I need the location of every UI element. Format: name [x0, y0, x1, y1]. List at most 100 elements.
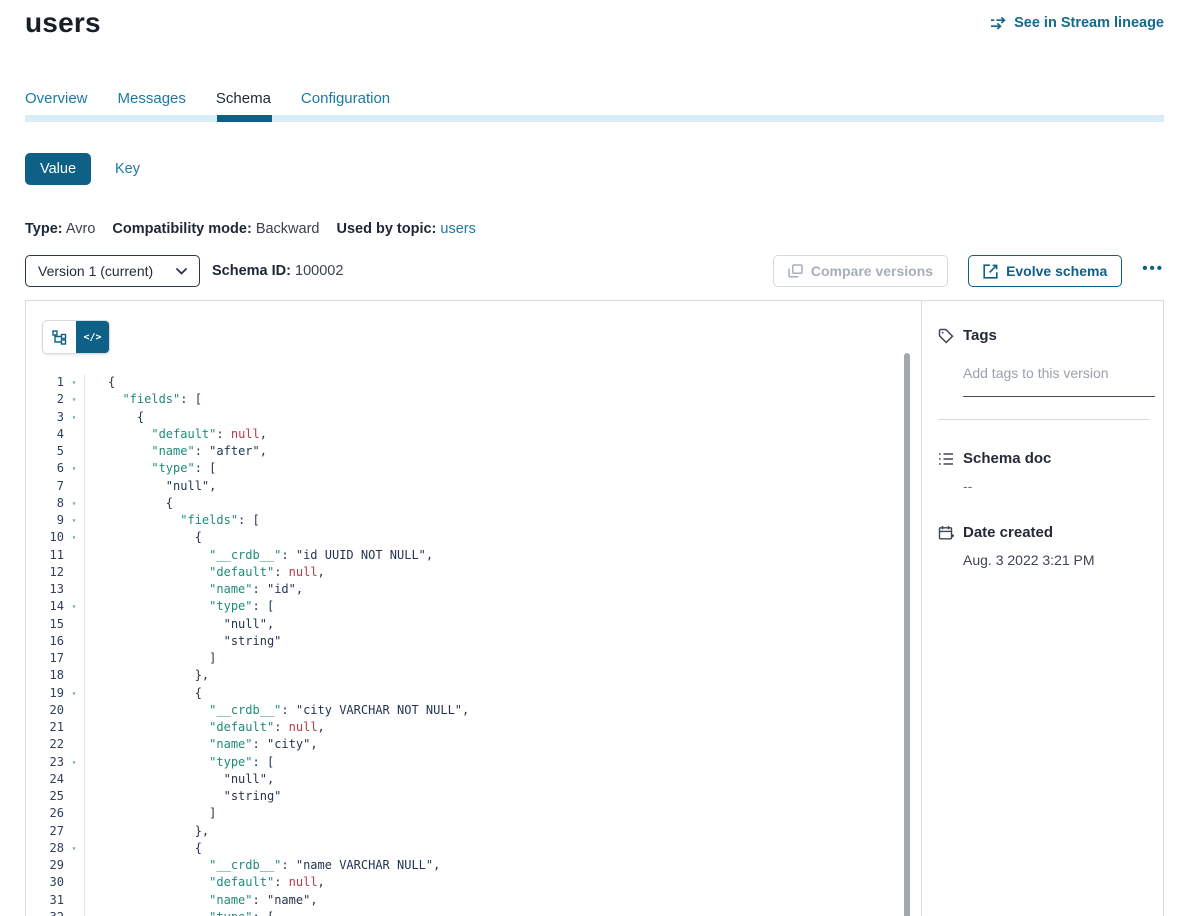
fold-toggle-icon[interactable]: ▾ [64, 460, 84, 477]
fold-spacer [64, 564, 84, 581]
code-line: 14▾ "type": [ [26, 598, 886, 615]
schema-type-value: Avro [66, 221, 96, 237]
fold-spacer [64, 616, 84, 633]
fold-spacer [64, 788, 84, 805]
line-number: 12 [26, 564, 64, 581]
code-line: 7 "null", [26, 478, 886, 495]
code-line: 23▾ "type": [ [26, 754, 886, 771]
tab-underline-track [25, 115, 1164, 122]
code-lines: 1▾{2▾ "fields": [3▾ {4 "default": null,5… [26, 374, 886, 916]
code-line-text: "name": "name", [84, 892, 318, 909]
line-number: 13 [26, 581, 64, 598]
line-number: 17 [26, 650, 64, 667]
fold-toggle-icon[interactable]: ▾ [64, 495, 84, 512]
code-line-text: ] [84, 650, 216, 667]
fold-toggle-icon[interactable]: ▾ [64, 391, 84, 408]
code-line: 31 "name": "name", [26, 892, 886, 909]
key-toggle-link[interactable]: Key [115, 161, 140, 177]
code-line-text: { [84, 495, 173, 512]
schema-id: Schema ID: 100002 [212, 263, 343, 279]
fold-toggle-icon[interactable]: ▾ [64, 909, 84, 916]
editor-scrollbar[interactable] [904, 353, 910, 916]
line-number: 26 [26, 805, 64, 822]
code-line-text: "name": "after", [84, 443, 267, 460]
fold-toggle-icon[interactable]: ▾ [64, 529, 84, 546]
code-line-text: "name": "city", [84, 736, 318, 753]
compare-versions-button[interactable]: Compare versions [773, 255, 948, 287]
code-line-text: "name": "id", [84, 581, 303, 598]
code-line-text: "default": null, [84, 874, 325, 891]
fold-toggle-icon[interactable]: ▾ [64, 754, 84, 771]
value-key-toggle: Value Key [25, 153, 140, 185]
code-line-text: "type": [ [84, 754, 274, 771]
line-number: 28 [26, 840, 64, 857]
evolve-schema-button[interactable]: Evolve schema [968, 255, 1122, 287]
tab-configuration[interactable]: Configuration [301, 90, 390, 107]
page-title: users [25, 7, 101, 39]
code-line: 19▾ { [26, 685, 886, 702]
compatibility-mode-value: Backward [256, 221, 320, 237]
tree-view-button[interactable] [43, 321, 76, 353]
fold-toggle-icon[interactable]: ▾ [64, 512, 84, 529]
line-number: 29 [26, 857, 64, 874]
add-tags-input[interactable]: Add tags to this version [963, 365, 1155, 397]
line-number: 18 [26, 667, 64, 684]
code-line-text: "__crdb__": "id UUID NOT NULL", [84, 547, 433, 564]
line-number: 8 [26, 495, 64, 512]
code-line-text: { [84, 685, 202, 702]
stream-lineage-icon [990, 16, 1007, 30]
code-line-text: "type": [ [84, 598, 274, 615]
fold-spacer [64, 547, 84, 564]
line-number: 27 [26, 823, 64, 840]
tags-title: Tags [963, 327, 997, 344]
tab-messages[interactable]: Messages [118, 90, 186, 107]
schema-id-value: 100002 [295, 263, 343, 279]
schema-code-pane: </> 1▾{2▾ "fields": [3▾ {4 "default": nu… [26, 301, 921, 916]
code-line-text: "__crdb__": "name VARCHAR NULL", [84, 857, 440, 874]
code-line: 12 "default": null, [26, 564, 886, 581]
line-number: 19 [26, 685, 64, 702]
code-line: 26 ] [26, 805, 886, 822]
version-select[interactable]: Version 1 (current) [25, 255, 200, 287]
more-actions-button[interactable]: ••• [1142, 261, 1164, 282]
code-line: 5 "name": "after", [26, 443, 886, 460]
line-number: 1 [26, 374, 64, 391]
compatibility-mode: Compatibility mode: Backward [112, 221, 319, 237]
compare-versions-label: Compare versions [811, 263, 933, 279]
tab-schema[interactable]: Schema [216, 90, 271, 107]
tree-view-icon [52, 330, 67, 345]
list-icon [938, 452, 954, 466]
schema-meta-row: Type: Avro Compatibility mode: Backward … [25, 221, 476, 237]
code-line: 3▾ { [26, 409, 886, 426]
code-line-text: "null", [84, 478, 216, 495]
fold-toggle-icon[interactable]: ▾ [64, 409, 84, 426]
fold-spacer [64, 426, 84, 443]
schema-type: Type: Avro [25, 221, 95, 237]
schema-type-label: Type: [25, 221, 63, 237]
compare-versions-icon [788, 264, 803, 278]
code-view-icon: </> [83, 332, 101, 343]
fold-toggle-icon[interactable]: ▾ [64, 374, 84, 391]
line-number: 3 [26, 409, 64, 426]
value-toggle-button[interactable]: Value [25, 153, 91, 185]
editor-view-toggle: </> [42, 320, 110, 354]
line-number: 7 [26, 478, 64, 495]
fold-toggle-icon[interactable]: ▾ [64, 598, 84, 615]
fold-toggle-icon[interactable]: ▾ [64, 685, 84, 702]
tab-overview[interactable]: Overview [25, 90, 88, 107]
code-line: 16 "string" [26, 633, 886, 650]
line-number: 23 [26, 754, 64, 771]
date-created-value: Aug. 3 2022 3:21 PM [963, 552, 1149, 568]
fold-spacer [64, 857, 84, 874]
code-line: 30 "default": null, [26, 874, 886, 891]
code-view-button[interactable]: </> [76, 321, 109, 353]
fold-toggle-icon[interactable]: ▾ [64, 840, 84, 857]
used-by-topic-link[interactable]: users [440, 221, 475, 237]
code-line: 2▾ "fields": [ [26, 391, 886, 408]
line-number: 4 [26, 426, 64, 443]
stream-lineage-link[interactable]: See in Stream lineage [990, 15, 1164, 31]
fold-spacer [64, 892, 84, 909]
topic-tabs: Overview Messages Schema Configuration [25, 90, 390, 107]
line-number: 11 [26, 547, 64, 564]
code-line-text: "string" [84, 633, 281, 650]
